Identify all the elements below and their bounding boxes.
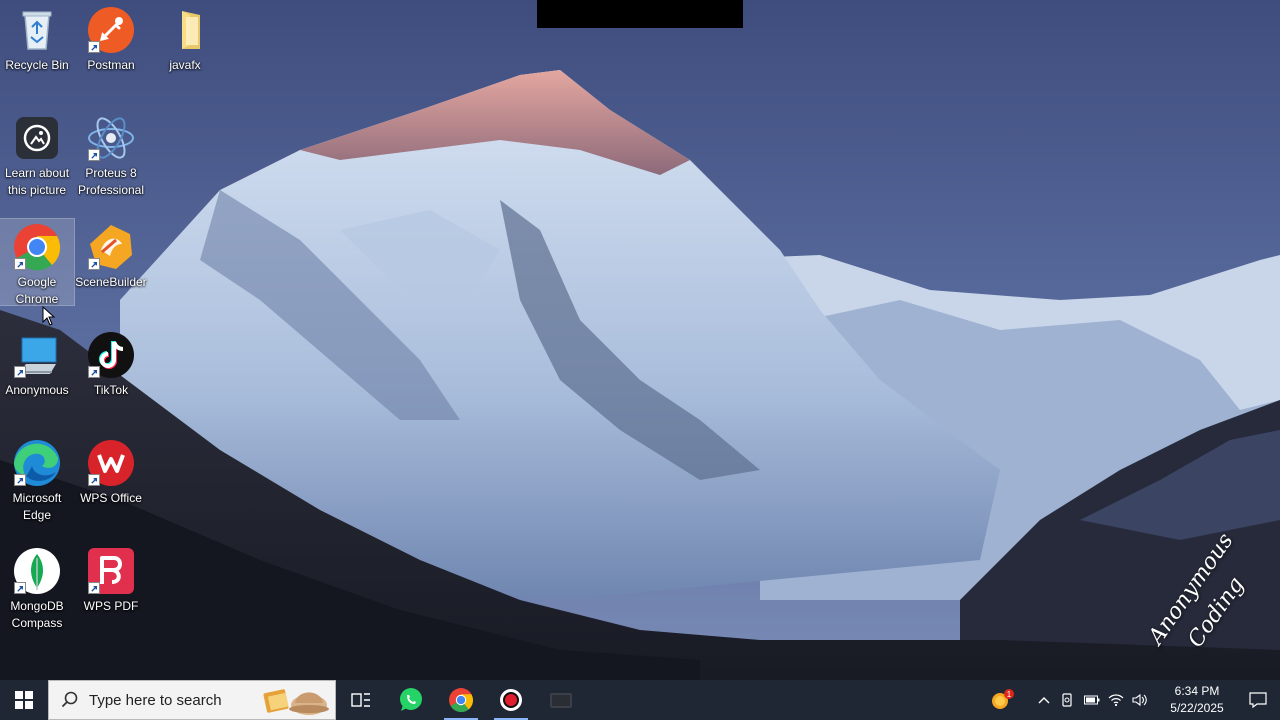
volume-indicator[interactable] [1128, 680, 1152, 720]
battery-icon [1084, 695, 1100, 705]
desktop-icon-wps-pdf[interactable]: WPS PDF [74, 543, 148, 615]
folder-icon [160, 5, 210, 55]
action-center-button[interactable] [1236, 680, 1280, 720]
proteus-icon [86, 113, 136, 163]
weather-sun-icon: 1 [992, 689, 1014, 709]
task-view-icon [351, 693, 370, 707]
desktop-icon-label: Learn about this picture [4, 166, 70, 197]
shortcut-arrow-icon [14, 366, 26, 378]
shortcut-arrow-icon [88, 582, 100, 594]
task-view-button[interactable] [336, 680, 386, 720]
desktop-icon-label: Proteus 8 Professional [77, 166, 145, 197]
shortcut-arrow-icon [14, 474, 26, 486]
desktop-icon-label: TikTok [93, 383, 129, 397]
mouse-cursor-icon [42, 305, 56, 331]
desktop-icon-microsoft-edge[interactable]: Microsoft Edge [0, 435, 74, 524]
tiktok-icon [86, 330, 136, 380]
taskbar-screen-recorder[interactable] [486, 680, 536, 720]
system-tray: 1 6:34 PM 5/22/2025 [984, 680, 1280, 720]
edge-icon [12, 438, 62, 488]
taskbar: Type here to search 1 6:34 PM 5/22/2025 [0, 680, 1280, 720]
meet-now-icon [1062, 693, 1072, 707]
shortcut-arrow-icon [14, 258, 26, 270]
desktop-icon-label: javafx [169, 58, 201, 72]
shortcut-arrow-icon [88, 258, 100, 270]
chevron-up-icon [1038, 697, 1050, 704]
whatsapp-icon [400, 688, 422, 711]
speaker-icon [1132, 693, 1147, 707]
windows-logo-icon [15, 691, 33, 709]
taskbar-app[interactable] [536, 680, 586, 720]
desktop-icon-google-chrome[interactable]: Google Chrome [0, 218, 75, 306]
desktop-icon-tiktok[interactable]: TikTok [74, 327, 148, 399]
desktop-icon-recycle-bin[interactable]: Recycle Bin [0, 2, 74, 74]
desktop-icon-postman[interactable]: Postman [74, 2, 148, 74]
wifi-icon [1108, 694, 1124, 707]
taskbar-whatsapp[interactable] [386, 680, 436, 720]
screen-recorder-icon [500, 689, 522, 711]
desktop-icon-label: MongoDB Compass [10, 599, 64, 630]
desktop-icon-scenebuilder[interactable]: SceneBuilder [74, 219, 148, 291]
show-hidden-icons-button[interactable] [1032, 680, 1056, 720]
start-button[interactable] [0, 680, 48, 720]
scenebuilder-icon [86, 222, 136, 272]
shortcut-arrow-icon [88, 474, 100, 486]
redaction-bar [537, 0, 743, 28]
desktop-icon-anonymous[interactable]: Anonymous [0, 327, 74, 399]
search-highlight-icon [263, 689, 329, 715]
recycle-bin-icon [12, 5, 62, 55]
desktop-icon-javafx[interactable]: javafx [148, 2, 222, 74]
desktop-icon-label: SceneBuilder [75, 275, 147, 289]
camera-icon [12, 113, 62, 163]
desktop-icon-label: Microsoft Edge [12, 491, 62, 522]
desktop-icon-label: WPS Office [80, 491, 142, 505]
desktop-icon-label: Anonymous [5, 383, 69, 397]
app-icon [550, 693, 572, 708]
shortcut-arrow-icon [14, 582, 26, 594]
shortcut-arrow-icon [88, 366, 100, 378]
desktop-icon-label: Recycle Bin [5, 58, 69, 72]
desktop-icon-mongodb-compass[interactable]: MongoDB Compass [0, 543, 74, 632]
shortcut-arrow-icon [88, 41, 100, 53]
search-icon [61, 691, 78, 708]
chrome-icon [12, 222, 62, 272]
clock-date: 5/22/2025 [1170, 701, 1224, 715]
clock-time: 6:34 PM [1174, 684, 1220, 698]
desktop-wallpaper [0, 0, 1280, 680]
weather-widget[interactable]: 1 [984, 680, 1020, 720]
mongodb-icon [12, 546, 62, 596]
desktop-icon-label: Postman [87, 58, 135, 72]
wps-pdf-icon [86, 546, 136, 596]
chrome-icon [449, 688, 474, 713]
wps-office-icon [86, 438, 136, 488]
tray-meet-button[interactable] [1056, 680, 1080, 720]
taskbar-search-box[interactable]: Type here to search [48, 680, 336, 720]
search-placeholder: Type here to search [89, 691, 222, 709]
desktop-icon-proteus[interactable]: Proteus 8 Professional [74, 110, 148, 199]
desktop-icon-label: WPS PDF [83, 599, 139, 613]
desktop-icon-wps-office[interactable]: WPS Office [74, 435, 148, 507]
weather-badge: 1 [1007, 690, 1012, 699]
taskbar-chrome[interactable] [436, 680, 486, 720]
notification-icon [1249, 692, 1267, 708]
postman-icon [86, 5, 136, 55]
computer-icon [12, 330, 62, 380]
battery-indicator[interactable] [1080, 680, 1104, 720]
desktop-icon-learn-about-picture[interactable]: Learn about this picture [0, 110, 74, 199]
desktop-icon-label: Google Chrome [15, 275, 59, 306]
network-indicator[interactable] [1104, 680, 1128, 720]
taskbar-clock[interactable]: 6:34 PM 5/22/2025 [1158, 683, 1236, 717]
shortcut-arrow-icon [88, 149, 100, 161]
